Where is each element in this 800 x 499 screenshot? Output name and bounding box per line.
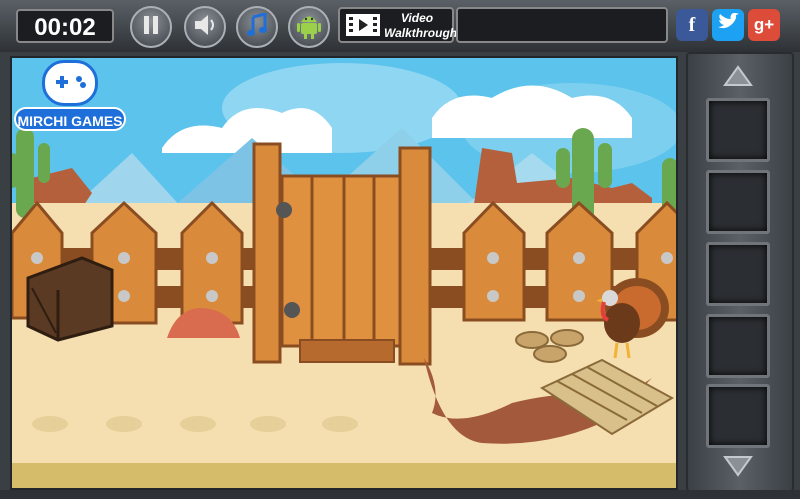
gamepad-icon xyxy=(42,60,98,106)
music-note-icon xyxy=(246,11,268,42)
game-scene: MIRCHI GAMES xyxy=(10,56,678,490)
google-plus-button[interactable]: g+ xyxy=(748,9,780,41)
bottom-frame xyxy=(0,490,800,499)
inventory-slot[interactable] xyxy=(706,242,770,306)
inventory-slot[interactable] xyxy=(706,314,770,378)
top-bar: 00:02 Video Walkthrough f g+ xyxy=(0,0,800,52)
twitter-icon xyxy=(717,12,739,37)
inventory-panel xyxy=(686,52,794,492)
gate-hinge xyxy=(276,202,292,218)
video-label-line2: Walkthrough xyxy=(384,26,458,40)
android-button[interactable] xyxy=(288,6,330,48)
timer-display: 00:02 xyxy=(16,9,114,43)
triangle-up-icon xyxy=(723,64,753,92)
inventory-up-button[interactable] xyxy=(706,62,770,94)
pause-button[interactable] xyxy=(130,6,172,48)
twitter-button[interactable] xyxy=(712,9,744,41)
video-label-line1: Video xyxy=(400,11,434,25)
google-plus-icon: g+ xyxy=(753,15,775,34)
mirchi-games-logo[interactable]: MIRCHI GAMES xyxy=(14,60,126,132)
android-icon xyxy=(296,11,322,44)
inventory-down-button[interactable] xyxy=(706,452,770,484)
facebook-button[interactable]: f xyxy=(676,9,708,41)
wooden-gate[interactable] xyxy=(252,142,432,366)
inventory-slot[interactable] xyxy=(706,98,770,162)
music-button[interactable] xyxy=(236,6,278,48)
message-bar xyxy=(456,7,668,43)
inventory-slot[interactable] xyxy=(706,384,770,448)
inventory-slot[interactable] xyxy=(706,170,770,234)
video-walkthrough-button[interactable]: Video Walkthrough xyxy=(338,7,458,43)
speaker-icon xyxy=(193,14,217,41)
pause-icon xyxy=(142,15,160,40)
sound-button[interactable] xyxy=(184,6,226,48)
logo-text: MIRCHI GAMES xyxy=(14,107,126,131)
film-icon xyxy=(346,14,380,39)
triangle-down-icon xyxy=(723,455,753,482)
gate-hinge xyxy=(284,302,300,318)
facebook-icon: f xyxy=(688,13,696,36)
grass-strip xyxy=(12,463,676,488)
